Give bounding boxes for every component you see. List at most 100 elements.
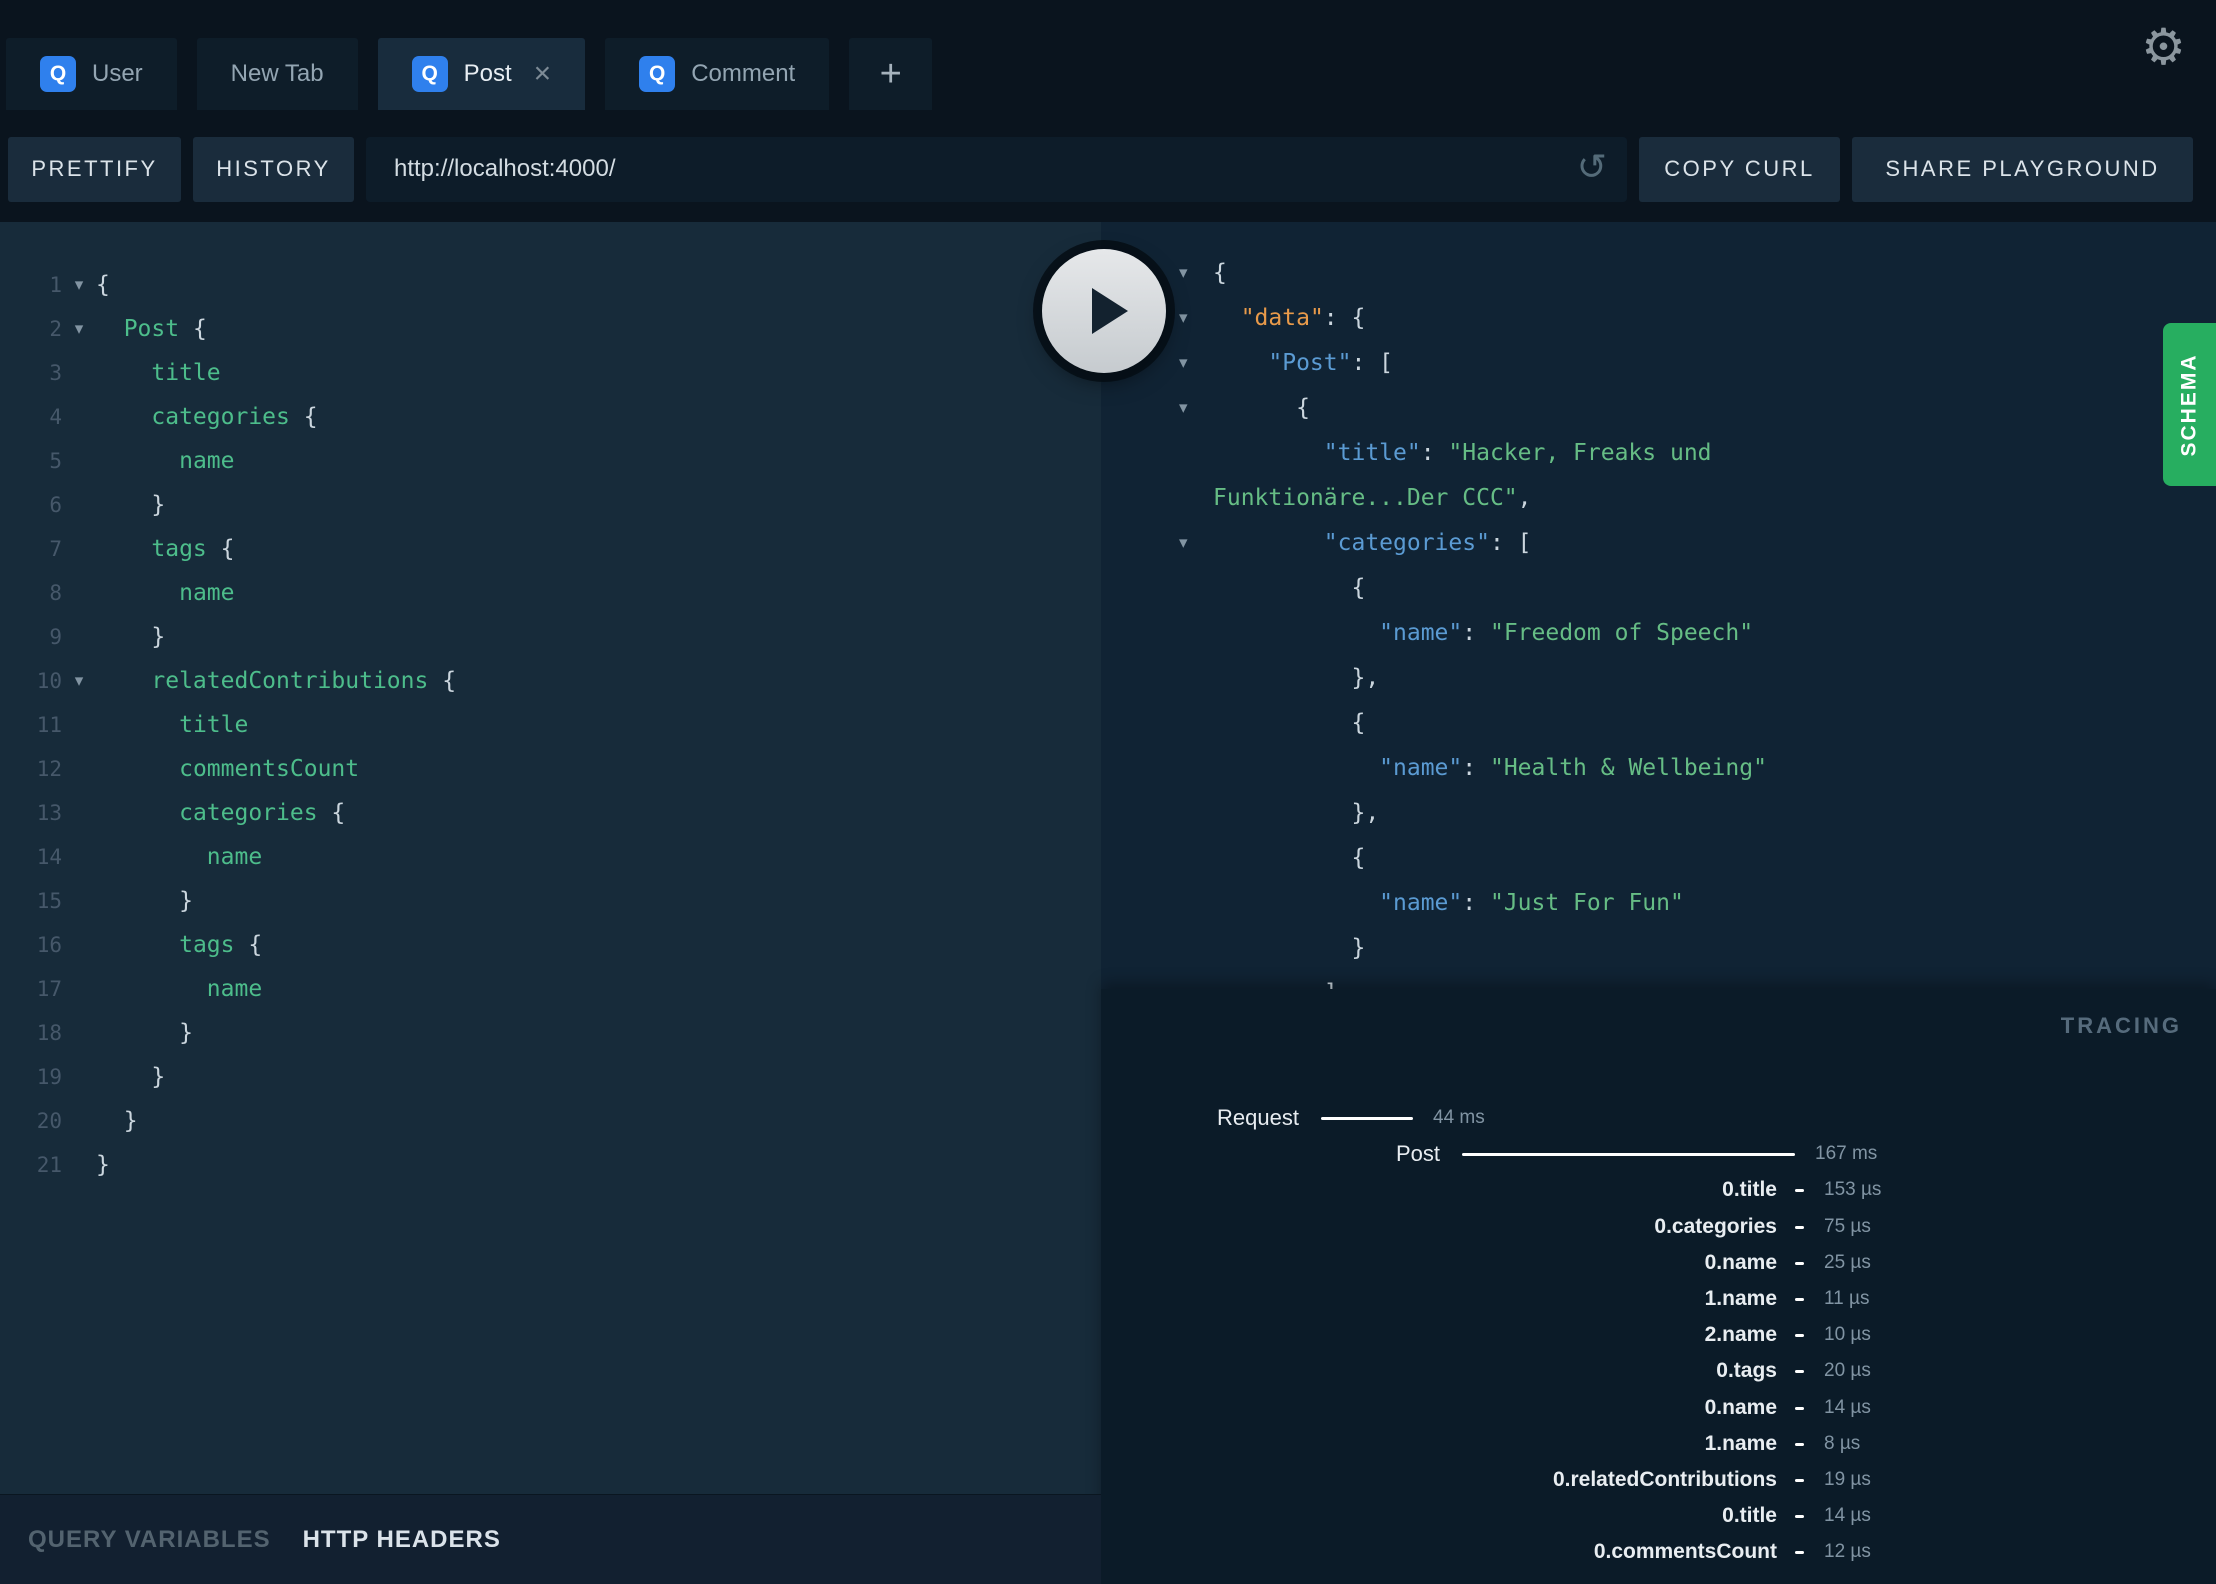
fold-arrow-icon[interactable]: ▾ xyxy=(1179,263,1188,283)
query-editor-line[interactable]: 5 name xyxy=(0,439,1101,483)
code-token: : xyxy=(1420,439,1449,466)
new-tab-button[interactable]: + xyxy=(849,38,933,110)
code-text[interactable]: tags { xyxy=(96,536,234,562)
code-text[interactable]: name xyxy=(96,580,234,606)
code-text[interactable]: tags { xyxy=(96,932,262,958)
line-number: 3 xyxy=(49,361,62,385)
code-text[interactable]: { xyxy=(1213,575,1365,601)
query-editor-line[interactable]: 12 commentsCount xyxy=(0,747,1101,791)
fold-arrow-icon[interactable]: ▾ xyxy=(62,319,96,339)
tracing-row: 1.name 11 µs xyxy=(1101,1281,2216,1317)
query-editor-line[interactable]: 17 name xyxy=(0,967,1101,1011)
query-editor-line[interactable]: 20 } xyxy=(0,1099,1101,1143)
query-editor-line[interactable]: 11 title xyxy=(0,703,1101,747)
code-text[interactable]: } xyxy=(96,1108,138,1134)
tracing-row: 2.name 10 µs xyxy=(1101,1317,2216,1353)
code-text[interactable]: } xyxy=(96,1020,193,1046)
code-text[interactable]: } xyxy=(96,492,165,518)
response-line: { xyxy=(1101,565,2216,610)
fold-arrow-icon[interactable]: ▾ xyxy=(62,671,96,691)
query-editor-line[interactable]: 21} xyxy=(0,1143,1101,1187)
code-token: categories xyxy=(151,404,290,430)
reload-schema-icon[interactable]: ↺ xyxy=(1577,147,1607,188)
code-text[interactable]: "Post": [ xyxy=(1213,350,1393,376)
query-editor-line[interactable]: 2 ▾ Post { xyxy=(0,307,1101,351)
history-button[interactable]: HISTORY xyxy=(193,136,354,202)
copy-curl-button[interactable]: COPY CURL xyxy=(1639,136,1840,202)
query-editor-line[interactable]: 13 categories { xyxy=(0,791,1101,835)
fold-arrow-icon[interactable]: ▾ xyxy=(1179,353,1188,373)
code-text[interactable]: title xyxy=(96,360,220,386)
code-text[interactable]: "title": "Hacker, Freaks und xyxy=(1213,440,1712,466)
code-text[interactable]: name xyxy=(96,976,262,1002)
query-editor-line[interactable]: 1 ▾{ xyxy=(0,263,1101,307)
query-editor-line[interactable]: 6 } xyxy=(0,483,1101,527)
code-text[interactable]: } xyxy=(96,1064,165,1090)
code-text[interactable]: Funktionäre...Der CCC", xyxy=(1213,485,1532,511)
code-text[interactable]: name xyxy=(96,844,262,870)
tab-new-tab[interactable]: New Tab xyxy=(196,38,358,110)
query-editor-lines: 1 ▾{2 ▾ Post {3 title 4 categories {5 name 6… xyxy=(0,222,1101,1187)
code-text[interactable]: "name": "Freedom of Speech" xyxy=(1213,620,1753,646)
code-text[interactable]: title xyxy=(96,712,248,738)
tab-user[interactable]: Q User xyxy=(6,38,177,110)
code-text[interactable]: { xyxy=(96,272,110,298)
code-text[interactable]: { xyxy=(1213,260,1227,286)
endpoint-url-input[interactable] xyxy=(394,155,1503,183)
query-editor-line[interactable]: 4 categories { xyxy=(0,395,1101,439)
fold-arrow-icon[interactable]: ▾ xyxy=(1179,398,1188,418)
code-text[interactable]: { xyxy=(1213,710,1365,736)
code-text[interactable]: commentsCount xyxy=(96,756,359,782)
execute-query-button[interactable] xyxy=(1042,249,1166,373)
tab-comment[interactable]: Q Comment xyxy=(605,38,830,110)
code-text[interactable]: name xyxy=(96,448,234,474)
prettify-button[interactable]: PRETTIFY xyxy=(8,136,181,202)
query-editor-line[interactable]: 10 ▾ relatedContributions { xyxy=(0,659,1101,703)
code-text[interactable]: }, xyxy=(1213,800,1379,826)
code-text[interactable]: "data": { xyxy=(1213,305,1366,331)
code-text[interactable]: categories { xyxy=(96,404,317,430)
settings-gear-icon[interactable]: ⚙ xyxy=(2141,22,2186,72)
code-token: Funktionäre...Der CCC" xyxy=(1213,484,1518,511)
query-editor-line[interactable]: 9 } xyxy=(0,615,1101,659)
query-variables-toggle[interactable]: QUERY VARIABLES xyxy=(28,1526,271,1554)
response-line: ▾{ xyxy=(1101,250,2216,295)
query-editor-line[interactable]: 8 name xyxy=(0,571,1101,615)
code-text[interactable]: } xyxy=(96,624,165,650)
code-token: : [ xyxy=(1351,349,1394,376)
code-text[interactable]: "categories": [ xyxy=(1213,530,1532,556)
query-editor-line[interactable]: 19 } xyxy=(0,1055,1101,1099)
code-text[interactable]: "name": "Just For Fun" xyxy=(1213,890,1684,916)
fold-arrow-icon[interactable]: ▾ xyxy=(1179,533,1188,553)
code-text[interactable]: { xyxy=(1213,395,1310,421)
fold-arrow-icon[interactable]: ▾ xyxy=(62,275,96,295)
query-editor-line[interactable]: 16 tags { xyxy=(0,923,1101,967)
code-text[interactable]: Post { xyxy=(96,316,207,342)
query-editor-pane[interactable]: 1 ▾{2 ▾ Post {3 title 4 categories {5 name 6… xyxy=(0,222,1101,1494)
query-editor-line[interactable]: 15 } xyxy=(0,879,1101,923)
code-text[interactable]: { xyxy=(1213,845,1365,871)
tab-close-icon[interactable]: × xyxy=(534,59,552,89)
share-playground-button[interactable]: SHARE PLAYGROUND xyxy=(1852,136,2193,202)
query-editor-line[interactable]: 18 } xyxy=(0,1011,1101,1055)
code-text[interactable]: relatedContributions { xyxy=(96,668,456,694)
query-editor-line[interactable]: 14 name xyxy=(0,835,1101,879)
query-editor-line[interactable]: 3 title xyxy=(0,351,1101,395)
code-text[interactable]: ] xyxy=(1213,980,1338,990)
http-headers-toggle[interactable]: HTTP HEADERS xyxy=(303,1526,501,1554)
query-editor-line[interactable]: 7 tags { xyxy=(0,527,1101,571)
graphql-playground: Q User New Tab Q Post × Q Comment + ⚙ PRETTIFY H… xyxy=(0,0,2216,1584)
schema-side-tab[interactable]: SCHEMA xyxy=(2163,323,2216,486)
code-text[interactable]: } xyxy=(96,888,193,914)
fold-arrow-icon[interactable]: ▾ xyxy=(1179,308,1188,328)
code-text[interactable]: "name": "Health & Wellbeing" xyxy=(1213,755,1767,781)
code-text[interactable]: categories { xyxy=(96,800,345,826)
tracing-row-label: 0.title xyxy=(1722,1178,1777,1201)
code-text[interactable]: } xyxy=(1213,935,1365,961)
code-text[interactable]: }, xyxy=(1213,665,1379,691)
tracing-panel-toggle[interactable]: TRACING xyxy=(2061,1013,2182,1039)
tab-post[interactable]: Q Post × xyxy=(377,38,586,110)
tracing-row-time: 14 µs xyxy=(1824,1505,1871,1526)
code-text[interactable]: } xyxy=(96,1152,110,1178)
